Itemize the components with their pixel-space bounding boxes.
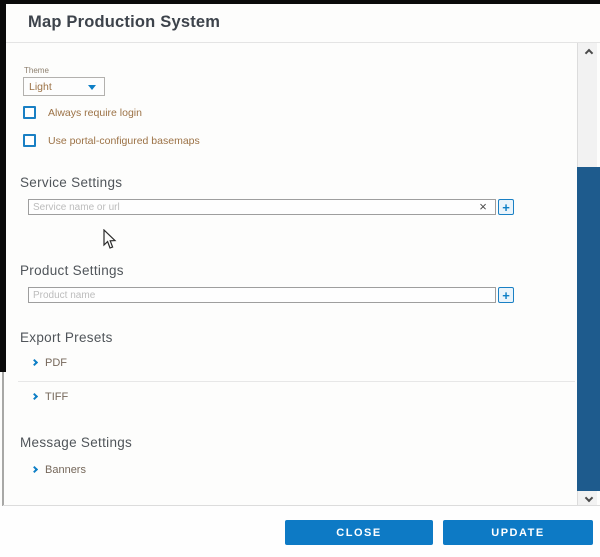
checkbox-label: Use portal-configured basemaps	[48, 135, 200, 147]
scrollbar-up-button[interactable]	[583, 46, 595, 58]
export-presets-heading: Export Presets	[20, 330, 113, 345]
theme-select[interactable]: Light	[23, 77, 105, 96]
export-preset-tiff-row[interactable]: TIFF	[32, 391, 68, 403]
theme-selected-value: Light	[29, 81, 52, 93]
chevron-right-icon	[31, 466, 38, 473]
chevron-right-icon	[31, 359, 38, 366]
header-divider	[6, 42, 600, 43]
window-frame-left	[0, 0, 6, 372]
dialog-title: Map Production System	[28, 13, 220, 32]
window-frame-top	[0, 0, 600, 4]
add-service-button[interactable]: +	[498, 199, 514, 215]
product-settings-heading: Product Settings	[20, 263, 124, 278]
service-settings-heading: Service Settings	[20, 175, 122, 190]
always-require-login-checkbox[interactable]	[23, 106, 36, 119]
portal-basemaps-checkbox[interactable]	[23, 134, 36, 147]
update-button[interactable]: UPDATE	[443, 520, 593, 545]
export-preset-label: TIFF	[45, 391, 68, 403]
chevron-right-icon	[31, 393, 38, 400]
chevron-up-icon	[585, 49, 593, 57]
footer-bar: CLOSE UPDATE	[0, 506, 600, 557]
message-banners-row[interactable]: Banners	[32, 464, 86, 476]
service-name-input[interactable]	[28, 199, 496, 215]
add-product-button[interactable]: +	[498, 287, 514, 303]
theme-label: Theme	[24, 66, 49, 75]
caret-down-icon	[88, 85, 96, 90]
close-button[interactable]: CLOSE	[285, 520, 433, 545]
chevron-down-icon	[585, 494, 593, 502]
message-item-label: Banners	[45, 464, 86, 476]
clear-service-input-icon[interactable]: ×	[476, 200, 490, 214]
product-name-input[interactable]	[28, 287, 496, 303]
export-preset-label: PDF	[45, 357, 67, 369]
scrollbar-thumb[interactable]	[577, 167, 600, 491]
mouse-cursor-icon	[103, 229, 117, 250]
checkbox-label: Always require login	[48, 107, 142, 119]
message-settings-heading: Message Settings	[20, 435, 132, 450]
row-divider	[18, 381, 575, 382]
map-production-dialog: Map Production System Theme Light Always…	[0, 0, 600, 557]
export-preset-pdf-row[interactable]: PDF	[32, 357, 67, 369]
